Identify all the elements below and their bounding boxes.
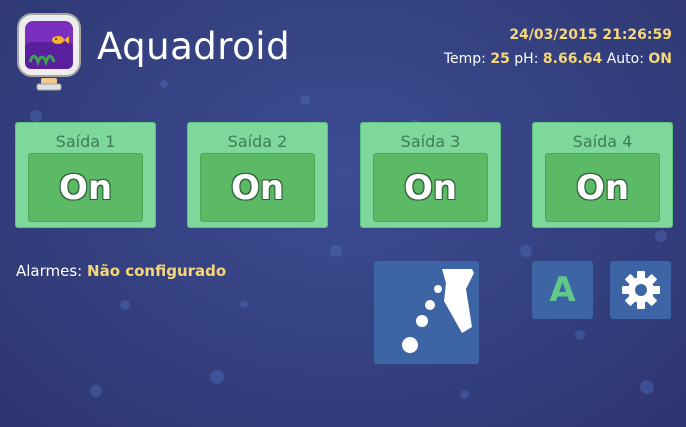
output-1-toggle-button[interactable]: On (28, 153, 143, 222)
output-label: Saída 1 (55, 132, 116, 151)
aquarium-logo-icon (16, 12, 86, 92)
alarms-value: Não configurado (87, 262, 227, 280)
aquarium-bubbles-icon (402, 269, 474, 353)
gear-icon (621, 271, 660, 309)
datetime: 24/03/2015 21:26:59 (509, 27, 672, 43)
auto-mode-button[interactable]: A (532, 261, 593, 319)
ph-label: pH: (514, 51, 539, 67)
output-4-toggle-button[interactable]: On (545, 153, 660, 222)
alarms-label: Alarmes: (16, 262, 83, 280)
app-title: Aquadroid (97, 25, 291, 68)
status-line: Temp: 25 pH: 8.66.64 Auto: ON (444, 51, 672, 67)
output-label: Saída 2 (227, 132, 288, 151)
aquarium-tile-button[interactable] (374, 261, 479, 364)
settings-button[interactable] (610, 261, 671, 319)
output-3-toggle-button[interactable]: On (373, 153, 488, 222)
output-card-4: Saída 4 On (532, 122, 673, 228)
ph-value: 8.66.64 (542, 51, 603, 67)
output-card-2: Saída 2 On (187, 122, 328, 228)
temp-value: 25 (490, 51, 510, 67)
output-card-1: Saída 1 On (15, 122, 156, 228)
output-2-toggle-button[interactable]: On (200, 153, 315, 222)
temp-label: Temp: (443, 51, 486, 67)
output-label: Saída 4 (572, 132, 633, 151)
output-label: Saída 3 (400, 132, 461, 151)
output-card-3: Saída 3 On (360, 122, 501, 228)
auto-value: ON (648, 51, 672, 67)
auto-label: Auto: (606, 51, 644, 67)
alarms-status: Alarmes: Não configurado (16, 262, 226, 280)
